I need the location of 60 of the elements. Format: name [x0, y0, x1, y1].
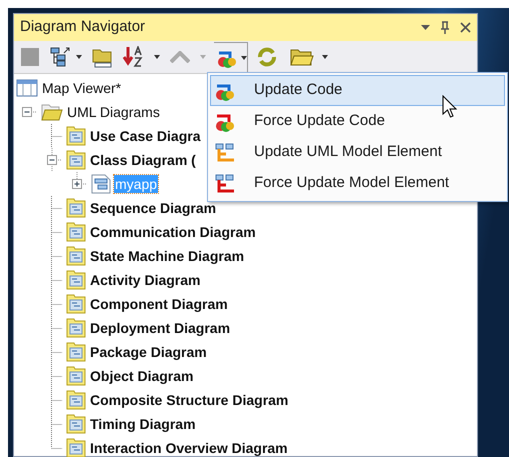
diagram-folder-icon	[66, 126, 86, 146]
tree-item[interactable]: UML Diagrams	[66, 103, 161, 121]
diagram-folder-icon	[66, 198, 86, 218]
diagram-folder-icon	[66, 438, 86, 457]
tree-item[interactable]: Sequence Diagram	[89, 199, 218, 217]
tree-item[interactable]: Timing Diagram	[89, 415, 197, 433]
tree-connector	[51, 124, 62, 148]
tree-item[interactable]: Interaction Overview Diagram	[89, 439, 289, 457]
menu-item[interactable]: Force Update Model Element	[210, 168, 505, 199]
tree-item[interactable]: Use Case Diagra	[89, 127, 202, 145]
caret-icon[interactable]	[76, 55, 82, 59]
folder-icon[interactable]	[290, 47, 314, 67]
tree-connector	[51, 316, 62, 340]
caret-icon[interactable]	[154, 55, 160, 59]
class-file-icon	[91, 174, 111, 194]
tree-connector	[51, 196, 62, 220]
diagram-folder-icon	[66, 222, 86, 242]
tree-item[interactable]: Communication Diagram	[89, 223, 257, 241]
tree-item[interactable]: Package Diagram	[89, 343, 208, 361]
close-icon[interactable]	[460, 22, 471, 33]
mouse-cursor-icon	[442, 95, 458, 119]
tree-item[interactable]: Map Viewer*	[41, 79, 122, 97]
pin-icon[interactable]	[440, 20, 450, 34]
diagram-folder-icon	[66, 246, 86, 266]
diagram-folder-icon	[66, 294, 86, 314]
diagram-folder-icon	[66, 390, 86, 410]
diagram-folder-icon	[66, 270, 86, 290]
menu-item[interactable]: Update UML Model Element	[210, 137, 505, 168]
tree-connector	[51, 340, 62, 364]
tree-connector	[51, 388, 62, 412]
tree-item[interactable]: Deployment Diagram	[89, 319, 232, 337]
tree-connector	[51, 244, 62, 268]
tree-item[interactable]: Activity Diagram	[89, 271, 202, 289]
hierarchy-icon[interactable]	[50, 47, 72, 67]
tree-item[interactable]: Class Diagram (	[89, 151, 197, 169]
panel-title: Diagram Navigator	[20, 17, 146, 38]
menu-item[interactable]: Update Code	[210, 75, 505, 106]
tree-connector	[51, 220, 62, 244]
caret-icon[interactable]	[322, 55, 328, 59]
diagram-folder-icon	[66, 318, 86, 338]
diagram-folder-icon	[66, 342, 86, 362]
menu-item[interactable]: Force Update Code	[210, 106, 505, 137]
diagram-folder-icon	[66, 366, 86, 386]
model-update-icon	[214, 142, 236, 164]
dropdown-icon[interactable]	[421, 24, 430, 30]
sort-icon[interactable]	[122, 46, 144, 68]
diagram-folder-icon	[66, 150, 86, 170]
tree-item[interactable]: State Machine Diagram	[89, 247, 246, 265]
caret-icon	[241, 56, 247, 60]
tree-connector	[51, 364, 62, 388]
window-icon	[16, 78, 38, 98]
update-code-split-button[interactable]	[214, 42, 248, 72]
diagram-folder-icon	[66, 414, 86, 434]
model-update-icon	[214, 172, 236, 194]
folder-icon	[41, 102, 63, 122]
tree-connector	[51, 268, 62, 292]
tree-item[interactable]: Object Diagram	[89, 367, 194, 385]
tree-item[interactable]: Composite Structure Diagram	[89, 391, 290, 409]
tree-item[interactable]: Component Diagram	[89, 295, 229, 313]
tree-connector	[51, 292, 62, 316]
